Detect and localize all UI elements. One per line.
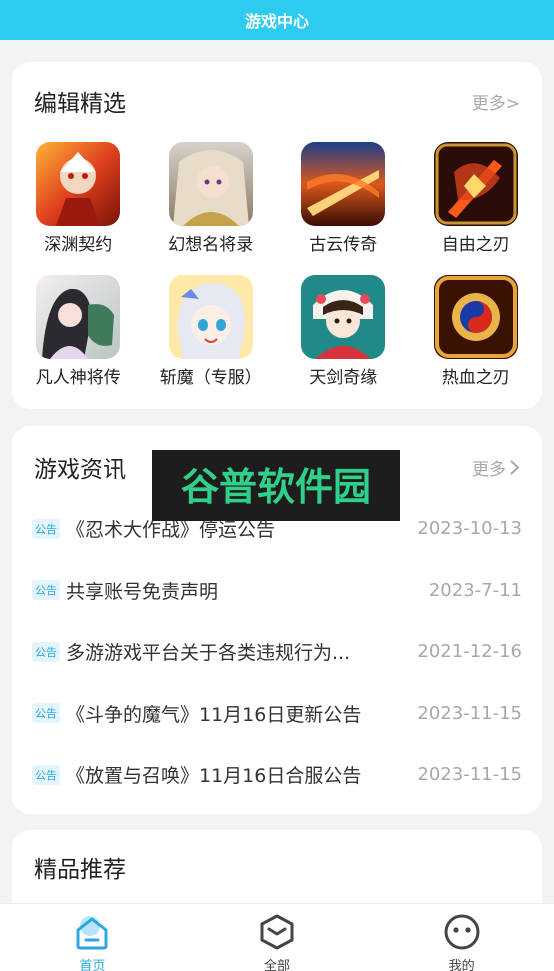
- game-name: 天剑奇缘: [309, 368, 378, 388]
- editor-picks-section: 编辑精选 更多> 深渊契约 幻想名将录 古云传奇 自由之刃 凡人神将传 斩魔（专…: [12, 62, 542, 409]
- game-mortal-general-icon[interactable]: [36, 275, 121, 359]
- news-title[interactable]: 《放置与召唤》11月16日合服公告: [66, 761, 405, 788]
- editor-picks-title: 编辑精选: [34, 91, 126, 117]
- tab-label: 首页: [79, 959, 106, 971]
- game-name: 深渊契约: [44, 235, 113, 255]
- home-icon: [76, 916, 108, 950]
- game-item[interactable]: 凡人神将传: [12, 275, 145, 388]
- news-item[interactable]: 公告 《斗争的魔气》11月16日更新公告 2023-11-15: [32, 683, 522, 745]
- announcement-badge: 公告: [32, 764, 60, 785]
- news-item[interactable]: 公告 《放置与召唤》11月16日合服公告 2023-11-15: [32, 744, 522, 806]
- news-item[interactable]: 公告 共享账号免责声明 2023-7-11: [32, 560, 522, 622]
- game-item[interactable]: 自由之刃: [410, 142, 543, 255]
- news-item[interactable]: 公告 多游游戏平台关于各类违规行为... 2021-12-16: [32, 621, 522, 683]
- announcement-badge: 公告: [32, 518, 60, 539]
- recommend-title: 精品推荐: [34, 857, 126, 883]
- game-name: 斩魔（专服）: [159, 368, 262, 388]
- game-item[interactable]: 幻想名将录: [145, 142, 278, 255]
- game-sky-sword-icon[interactable]: [301, 275, 386, 359]
- game-slay-demon-icon[interactable]: [168, 275, 253, 359]
- recommend-header: 精品推荐: [34, 852, 520, 883]
- smiley-profile-icon: [444, 914, 480, 950]
- game-name: 凡人神将传: [35, 368, 121, 388]
- page-title: 游戏中心: [244, 12, 309, 31]
- tab-profile[interactable]: 我的: [402, 904, 522, 971]
- game-hot-blood-blade-icon[interactable]: [433, 275, 518, 359]
- game-item[interactable]: 深渊契约: [12, 142, 145, 255]
- game-name: 自由之刃: [441, 235, 510, 255]
- game-name: 热血之刃: [441, 368, 510, 388]
- game-fantasy-generals-icon[interactable]: [168, 142, 253, 226]
- game-news-title: 游戏资讯: [34, 457, 126, 483]
- news-date: 2023-10-13: [417, 518, 522, 540]
- recommend-section: 精品推荐: [12, 830, 542, 910]
- game-item[interactable]: 古云传奇: [277, 142, 410, 255]
- news-date: 2023-7-11: [428, 579, 522, 601]
- game-deep-abyss-icon[interactable]: [36, 142, 121, 226]
- announcement-badge: 公告: [32, 580, 60, 601]
- watermark-text: 谷普软件园: [181, 465, 371, 509]
- announcement-badge: 公告: [32, 703, 60, 724]
- news-list: 公告 《忍术大作战》停运公告 2023-10-13 公告 共享账号免责声明 20…: [32, 498, 522, 806]
- announcement-badge: 公告: [32, 641, 60, 662]
- editor-picks-grid: 深渊契约 幻想名将录 古云传奇 自由之刃 凡人神将传 斩魔（专服） 天剑奇缘 热…: [12, 142, 542, 388]
- tab-home[interactable]: 首页: [32, 904, 152, 971]
- game-name: 古云传奇: [309, 235, 378, 255]
- news-title[interactable]: 共享账号免责声明: [66, 577, 417, 604]
- tab-label: 我的: [448, 959, 475, 971]
- more-label: 更多: [472, 459, 506, 480]
- editor-picks-header: 编辑精选 更多>: [34, 86, 520, 117]
- watermark-logo: 谷普软件园: [152, 450, 400, 521]
- editor-picks-more-link[interactable]: 更多>: [472, 89, 520, 114]
- cube-icon: [260, 914, 294, 950]
- tab-label: 全部: [263, 959, 290, 971]
- news-title[interactable]: 《斗争的魔气》11月16日更新公告: [66, 700, 405, 727]
- game-guyun-legend-icon[interactable]: [301, 142, 386, 226]
- game-item[interactable]: 天剑奇缘: [277, 275, 410, 388]
- app-header: 游戏中心: [0, 0, 554, 40]
- game-name: 幻想名将录: [168, 235, 254, 255]
- game-item[interactable]: 斩魔（专服）: [145, 275, 278, 388]
- news-date: 2021-12-16: [417, 641, 522, 663]
- game-item[interactable]: 热血之刃: [410, 275, 543, 388]
- tab-all[interactable]: 全部: [217, 904, 337, 971]
- news-title[interactable]: 多游游戏平台关于各类违规行为...: [66, 638, 405, 665]
- bottom-tab-bar: 首页 全部 我的: [0, 903, 554, 971]
- game-freedom-blade-icon[interactable]: [433, 142, 518, 226]
- game-news-more-link[interactable]: 更多: [472, 455, 520, 480]
- chevron-right-icon: [510, 459, 520, 475]
- news-date: 2023-11-15: [417, 764, 522, 786]
- news-date: 2023-11-15: [417, 702, 522, 724]
